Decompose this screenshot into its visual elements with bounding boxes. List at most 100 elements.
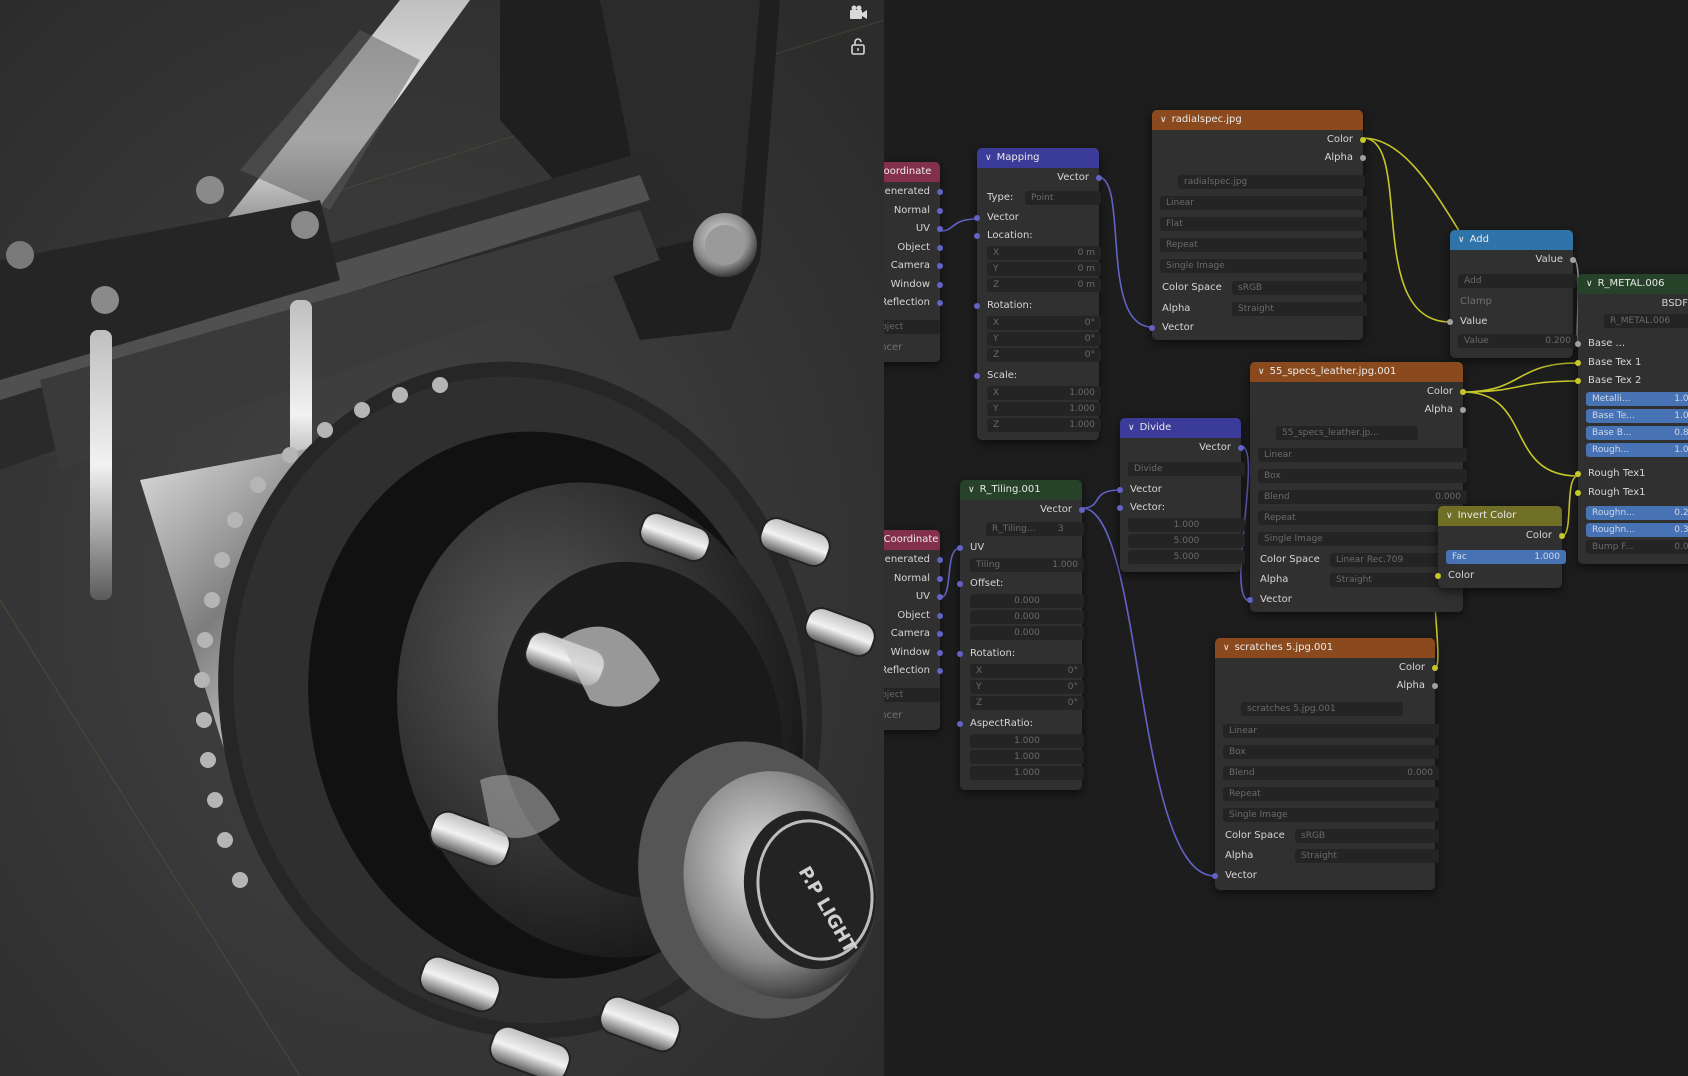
rotation-field[interactable]: Y 0° — [987, 332, 1101, 346]
option-dropdown[interactable]: Repeat — [1223, 787, 1439, 801]
slider-field[interactable]: Roughn... 0.240 — [1586, 506, 1688, 520]
option-dropdown[interactable]: Flat — [1160, 217, 1367, 231]
value-field[interactable]: Value 0.200 — [1458, 334, 1577, 348]
rotation-field[interactable]: X 0° — [987, 316, 1101, 330]
output-socket[interactable] — [937, 612, 943, 619]
output-socket[interactable] — [1460, 407, 1466, 413]
input-socket[interactable] — [974, 373, 980, 379]
node-radialspec[interactable]: ∨ radialspec.jpg Color Alpha radialspec.jpg L… — [1149, 110, 1367, 340]
tiling-slider[interactable]: Tiling 1.000 — [970, 558, 1084, 572]
image-selector[interactable]: radialspec.jpg — [1178, 175, 1365, 189]
blend-slider[interactable]: Blend 0.000 — [1258, 490, 1467, 504]
node-header[interactable]: ∨ Invert Color — [1438, 506, 1562, 526]
input-socket[interactable] — [957, 545, 963, 551]
option-dropdown[interactable]: Single Image — [1160, 259, 1367, 273]
input-socket[interactable] — [1435, 573, 1441, 579]
input-socket[interactable] — [957, 651, 963, 657]
output-socket[interactable] — [1360, 155, 1366, 161]
node-header[interactable]: ∨ Mapping — [977, 148, 1099, 168]
input-socket[interactable] — [1149, 325, 1155, 331]
slider-field[interactable]: Roughn... 0.350 — [1586, 523, 1688, 537]
users-count[interactable]: 3 — [1052, 522, 1084, 536]
input-socket[interactable] — [1212, 873, 1218, 879]
rotation-field[interactable]: Z 0° — [987, 348, 1101, 362]
offset-field[interactable]: 0.000 — [970, 610, 1084, 624]
image-selector[interactable]: 55_specs_leather.jp... — [1276, 426, 1418, 440]
output-socket[interactable] — [1238, 445, 1244, 451]
shader-node-editor[interactable]: ∨oordinateGeneratedNormalUVObjectCameraW… — [884, 0, 1688, 1076]
collapse-chevron-icon[interactable]: ∨ — [1586, 274, 1593, 294]
input-socket[interactable] — [1575, 359, 1581, 366]
output-socket[interactable] — [937, 244, 943, 251]
slider-field[interactable]: Base Te... 1.000 — [1586, 409, 1688, 423]
option-dropdown[interactable]: Single Image — [1258, 532, 1467, 546]
node-tex_coord_top[interactable]: ∨oordinate Generated Normal UV Object Camera W… — [884, 162, 943, 362]
aspect-field[interactable]: 1.000 — [970, 766, 1084, 780]
node-divide[interactable]: ∨ Divide Vector Divide Vector Vector: 1.000 5.0… — [1117, 418, 1245, 572]
scale-field[interactable]: X 1.000 — [987, 386, 1101, 400]
output-socket[interactable] — [937, 575, 943, 582]
node-mapping[interactable]: ∨ Mapping Vector Type: Point Vector Location: X… — [974, 148, 1102, 440]
color-space-dropdown[interactable]: sRGB — [1232, 281, 1367, 295]
option-dropdown[interactable]: Box — [1223, 745, 1439, 759]
output-socket[interactable] — [1559, 533, 1565, 539]
option-dropdown[interactable]: Box — [1258, 469, 1467, 483]
collapse-chevron-icon[interactable]: ∨ — [1223, 638, 1230, 658]
node-header[interactable]: ∨ Divide — [1120, 418, 1241, 438]
input-socket[interactable] — [1575, 489, 1581, 496]
slider-field[interactable]: Bump F... 0.016 — [1586, 540, 1688, 554]
node-header[interactable]: ∨ Add — [1450, 230, 1573, 250]
location-field[interactable]: Y 0 m — [987, 262, 1101, 276]
3d-viewport[interactable]: P.P LIGHT — [0, 0, 884, 1076]
input-socket[interactable] — [957, 581, 963, 587]
collapse-chevron-icon[interactable]: ∨ — [1128, 418, 1135, 438]
rotation-field[interactable]: X 0° — [970, 664, 1084, 678]
output-socket[interactable] — [1570, 257, 1576, 263]
output-socket[interactable] — [937, 300, 943, 306]
option-dropdown[interactable]: Linear — [1258, 448, 1467, 462]
camera-icon[interactable] — [848, 4, 874, 30]
operation-dropdown[interactable]: Add — [1458, 274, 1577, 288]
node-header[interactable]: ∨Coordinate — [884, 530, 940, 550]
scale-field[interactable]: Y 1.000 — [987, 402, 1101, 416]
vector-field[interactable]: 1.000 — [1128, 518, 1245, 532]
collapse-chevron-icon[interactable]: ∨ — [1258, 362, 1265, 382]
output-socket[interactable] — [1460, 389, 1466, 395]
node-tex_coord_bottom[interactable]: ∨Coordinate Generated Normal UV Object Camera… — [884, 530, 943, 730]
input-socket[interactable] — [1575, 378, 1581, 384]
input-socket[interactable] — [1575, 341, 1581, 347]
rotation-field[interactable]: Z 0° — [970, 696, 1084, 710]
output-socket[interactable] — [937, 668, 943, 674]
output-socket[interactable] — [937, 189, 943, 195]
offset-field[interactable]: 0.000 — [970, 626, 1084, 640]
node-header[interactable]: ∨ R_Tiling.001 — [960, 480, 1082, 500]
input-socket[interactable] — [974, 303, 980, 309]
input-socket[interactable] — [1247, 597, 1253, 603]
collapse-chevron-icon[interactable]: ∨ — [968, 480, 975, 500]
scale-field[interactable]: Z 1.000 — [987, 418, 1101, 432]
slider-field[interactable]: Base B... 0.850 — [1586, 426, 1688, 440]
location-field[interactable]: Z 0 m — [987, 278, 1101, 292]
input-socket[interactable] — [957, 721, 963, 727]
option-dropdown[interactable]: Single Image — [1223, 808, 1439, 822]
input-socket[interactable] — [974, 233, 980, 239]
output-socket[interactable] — [1079, 507, 1085, 513]
vector-field[interactable]: 5.000 — [1128, 550, 1245, 564]
offset-field[interactable]: 0.000 — [970, 594, 1084, 608]
option-dropdown[interactable]: Linear — [1223, 724, 1439, 738]
alpha-dropdown[interactable]: Straight — [1295, 849, 1439, 863]
node-header[interactable]: ∨ scratches 5.jpg.001 — [1215, 638, 1435, 658]
group-selector[interactable]: R_Tiling... — [986, 522, 1060, 536]
object-field[interactable]: Object — [884, 688, 940, 702]
input-socket[interactable] — [1447, 319, 1453, 325]
output-socket[interactable] — [937, 281, 943, 288]
option-dropdown[interactable]: Repeat — [1160, 238, 1367, 252]
slider-field[interactable]: Rough... 1.000 — [1586, 443, 1688, 457]
output-socket[interactable] — [1096, 175, 1102, 181]
slider-field[interactable]: Metalli... 1.000 — [1586, 392, 1688, 406]
aspect-field[interactable]: 1.000 — [970, 734, 1084, 748]
output-socket[interactable] — [1432, 683, 1438, 689]
node-rtiling[interactable]: ∨ R_Tiling.001 Vector R_Tiling... 3 UV Tiling 1… — [957, 480, 1085, 790]
object-field[interactable]: Object — [884, 320, 940, 334]
node-leather[interactable]: ∨ 55_specs_leather.jpg.001 Color Alpha 55_sp… — [1247, 362, 1467, 612]
